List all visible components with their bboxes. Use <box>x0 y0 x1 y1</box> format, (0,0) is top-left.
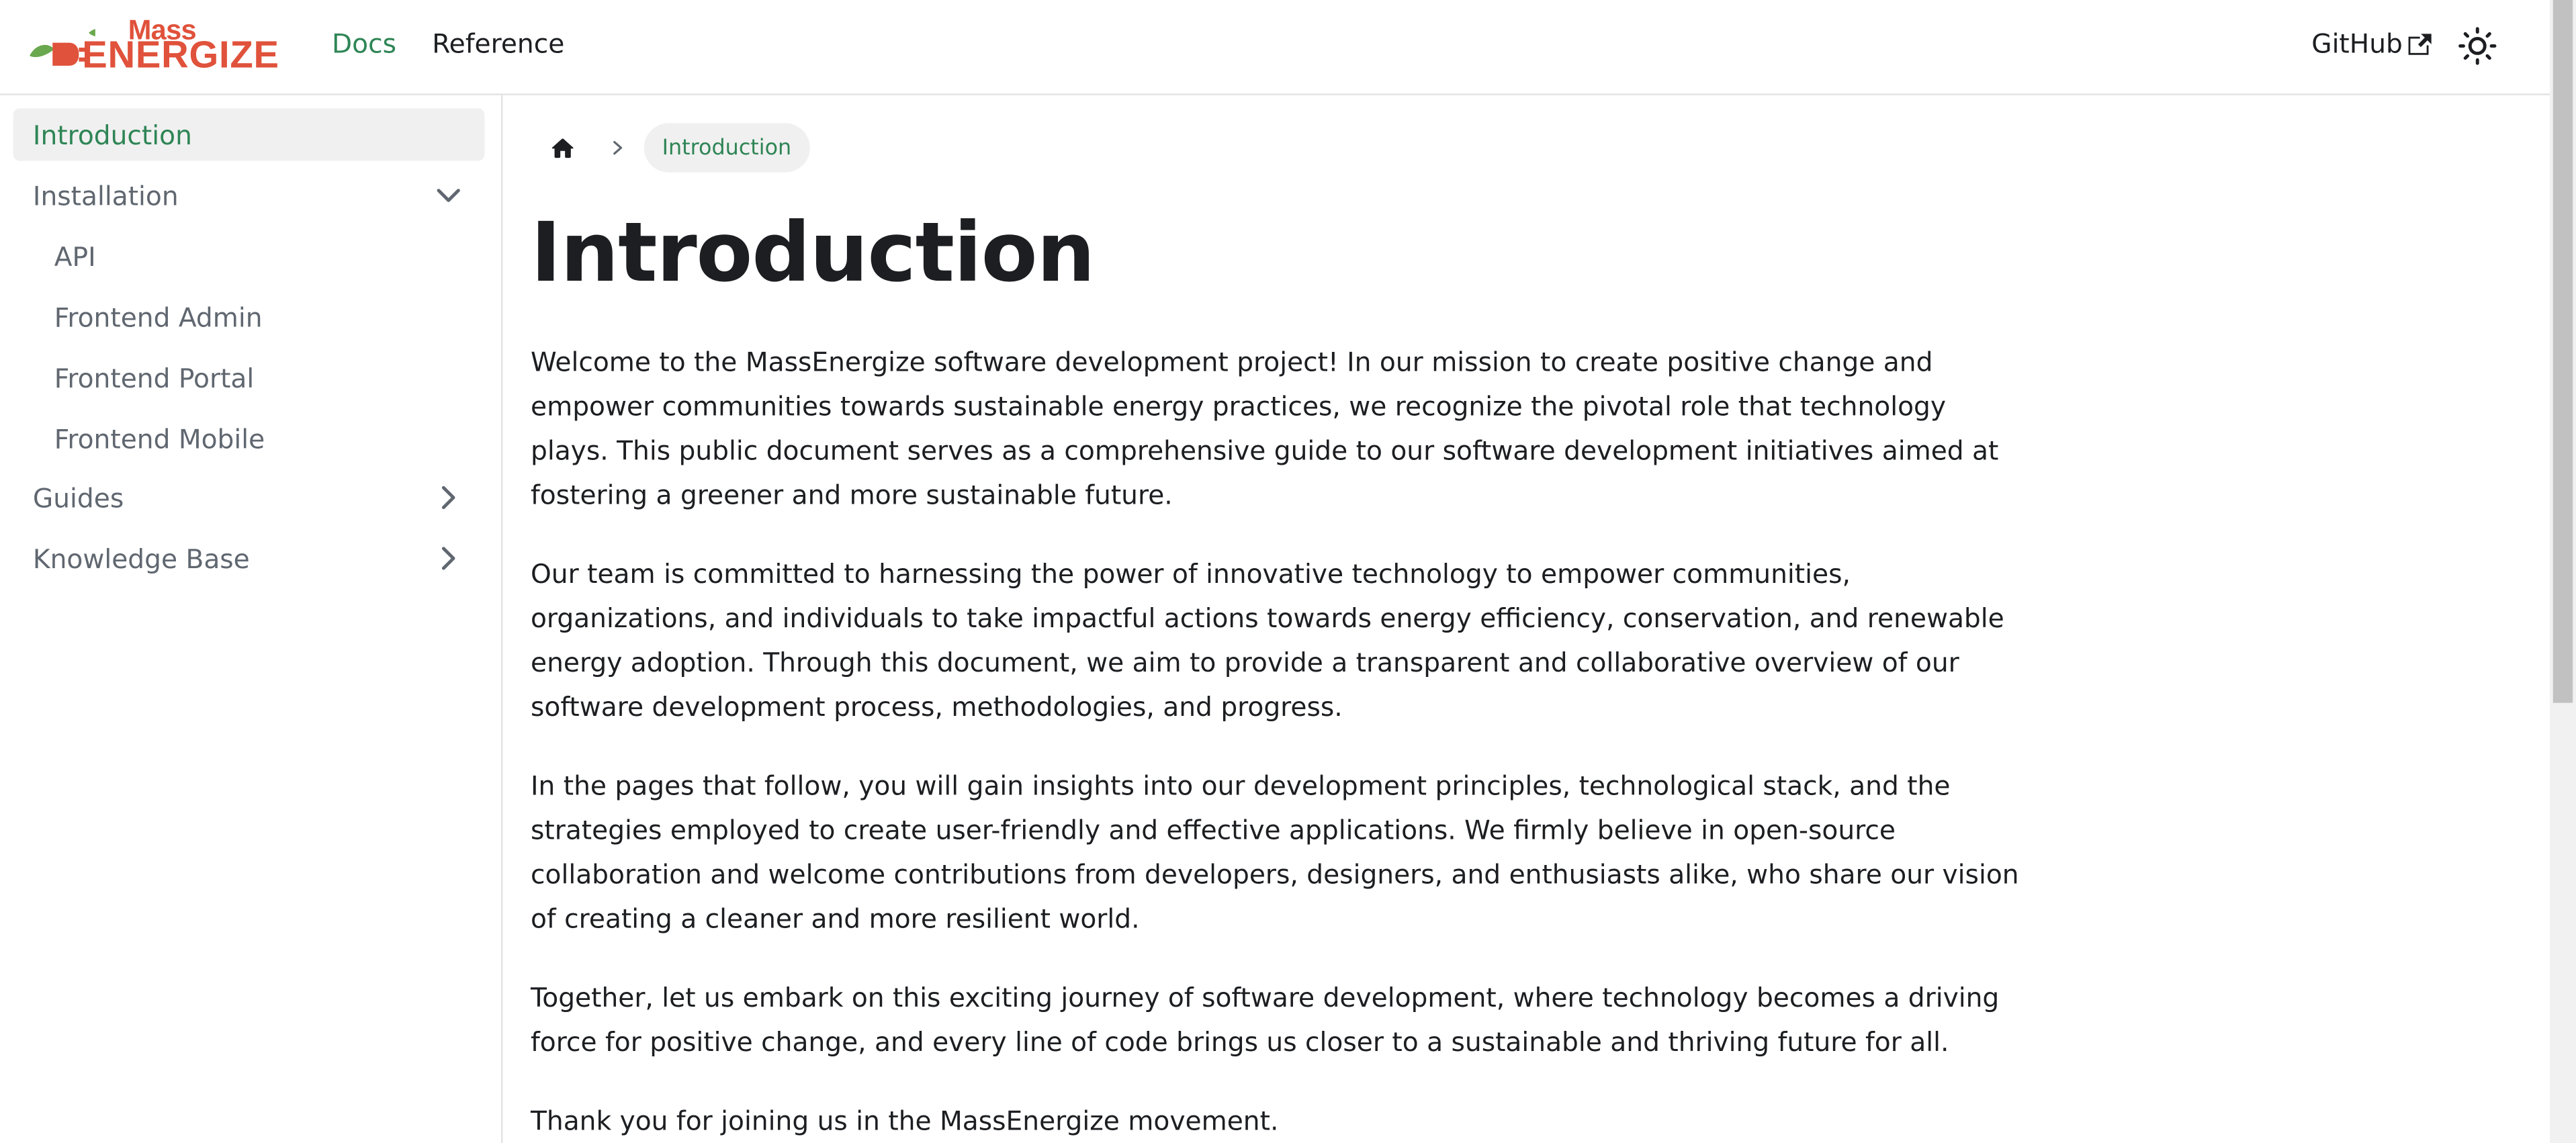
sidebar-item-frontend-portal[interactable]: Frontend Portal <box>13 351 485 404</box>
page-scrollbar[interactable] <box>2549 0 2576 1143</box>
sidebar-item-api[interactable]: API <box>13 230 485 282</box>
paragraph: Our team is committed to harnessing the … <box>530 558 2004 723</box>
nav-docs-link[interactable]: Docs <box>332 28 396 59</box>
top-navbar: Mass ENERGIZE Docs Reference GitHub <box>0 0 2550 95</box>
github-label: GitHub <box>2311 28 2403 60</box>
sidebar-item-introduction[interactable]: Introduction <box>13 108 485 161</box>
article-body: Welcome to the MassEnergize software dev… <box>531 340 2026 1143</box>
page-title: Introduction <box>530 205 1095 301</box>
home-icon <box>551 138 573 157</box>
sidebar-item-knowledge-base[interactable]: Knowledge Base <box>13 532 485 584</box>
sidebar-item-label: Frontend Admin <box>54 302 263 334</box>
sidebar-item-label: Guides <box>32 482 124 514</box>
sidebar-item-label: Introduction <box>32 120 192 151</box>
theme-toggle-button[interactable] <box>2454 23 2500 68</box>
massenergize-logo[interactable]: Mass ENERGIZE <box>26 15 279 79</box>
nav-reference-link[interactable]: Reference <box>432 28 564 59</box>
sidebar-item-frontend-admin[interactable]: Frontend Admin <box>13 291 485 343</box>
paragraph: Thank you for joining us in the MassEner… <box>530 1105 1279 1137</box>
chevron-right-icon[interactable] <box>435 484 461 510</box>
paragraph: Welcome to the MassEnergize software dev… <box>530 346 1999 511</box>
paragraph: Together, let us embark on this exciting… <box>530 982 2000 1058</box>
chevron-down-icon[interactable] <box>435 182 461 208</box>
breadcrumb-home-link[interactable] <box>537 123 586 172</box>
sidebar-item-guides[interactable]: Guides <box>13 471 485 524</box>
sidebar-item-label: API <box>54 241 96 273</box>
paragraph: In the pages that follow, you will gain … <box>530 770 2019 935</box>
sidebar-item-label: Installation <box>32 180 179 212</box>
scrollbar-thumb[interactable] <box>2552 0 2573 703</box>
sidebar-item-frontend-mobile[interactable]: Frontend Mobile <box>13 412 485 465</box>
external-link-icon <box>2409 33 2432 54</box>
chevron-right-icon[interactable] <box>435 545 461 572</box>
sidebar-item-label: Frontend Mobile <box>54 423 265 455</box>
page: Mass ENERGIZE Docs Reference GitHub Intr… <box>0 0 2576 1143</box>
docs-sidebar: Introduction Installation API Frontend A… <box>0 95 503 1143</box>
logo-text-energize: ENERGIZE <box>82 32 279 76</box>
breadcrumb: Introduction <box>531 123 810 173</box>
sun-icon <box>2458 27 2497 65</box>
nav-github-link[interactable]: GitHub <box>2311 28 2432 59</box>
sidebar-item-label: Frontend Portal <box>54 363 255 394</box>
breadcrumb-current: Introduction <box>643 123 810 173</box>
sidebar-item-label: Knowledge Base <box>32 543 250 575</box>
breadcrumb-separator-icon <box>605 135 631 161</box>
doc-main-content: Introduction Introduction Welcome to the… <box>504 95 2550 1143</box>
sidebar-item-installation[interactable]: Installation <box>13 169 485 222</box>
